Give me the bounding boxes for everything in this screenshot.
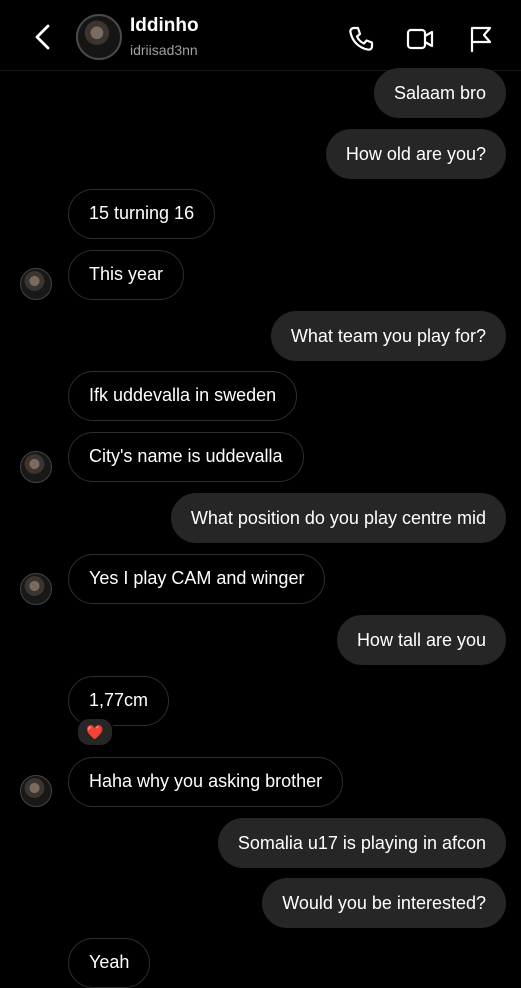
flag-icon[interactable] (466, 24, 496, 54)
sender-avatar[interactable] (20, 451, 52, 483)
incoming-message[interactable]: City's name is uddevalla (68, 432, 304, 482)
outgoing-message[interactable]: How tall are you (336, 615, 506, 665)
chat-header: Iddinho idriisad3nn (0, 0, 521, 71)
contact-name[interactable]: Iddinho (130, 15, 199, 37)
incoming-message[interactable]: Ifk uddevalla in sweden (68, 371, 298, 421)
phone-icon[interactable] (346, 24, 376, 54)
heart-reaction-icon[interactable]: ❤️ (76, 717, 114, 747)
contact-handle[interactable]: idriisad3nn (130, 42, 198, 58)
incoming-message[interactable]: 15 turning 16 (68, 189, 216, 239)
back-chevron-icon[interactable] (30, 22, 56, 52)
outgoing-message[interactable]: Would you be interested? (262, 878, 506, 928)
outgoing-message[interactable]: How old are you? (325, 129, 506, 179)
outgoing-message[interactable]: Somalia u17 is playing in afcon (217, 818, 506, 868)
incoming-message[interactable]: This year (68, 250, 185, 300)
contact-avatar[interactable] (76, 14, 122, 60)
sender-avatar[interactable] (20, 268, 52, 300)
sender-avatar[interactable] (20, 573, 52, 605)
outgoing-message[interactable]: What position do you play centre mid (170, 493, 506, 543)
video-icon[interactable] (405, 24, 435, 54)
incoming-message[interactable]: Yeah (68, 938, 151, 988)
incoming-message[interactable]: Haha why you asking brother (68, 757, 344, 807)
sender-avatar[interactable] (20, 775, 52, 807)
incoming-message[interactable]: Yes I play CAM and winger (68, 554, 326, 604)
outgoing-message[interactable]: What team you play for? (270, 311, 506, 361)
outgoing-message[interactable]: Salaam bro (373, 68, 506, 118)
